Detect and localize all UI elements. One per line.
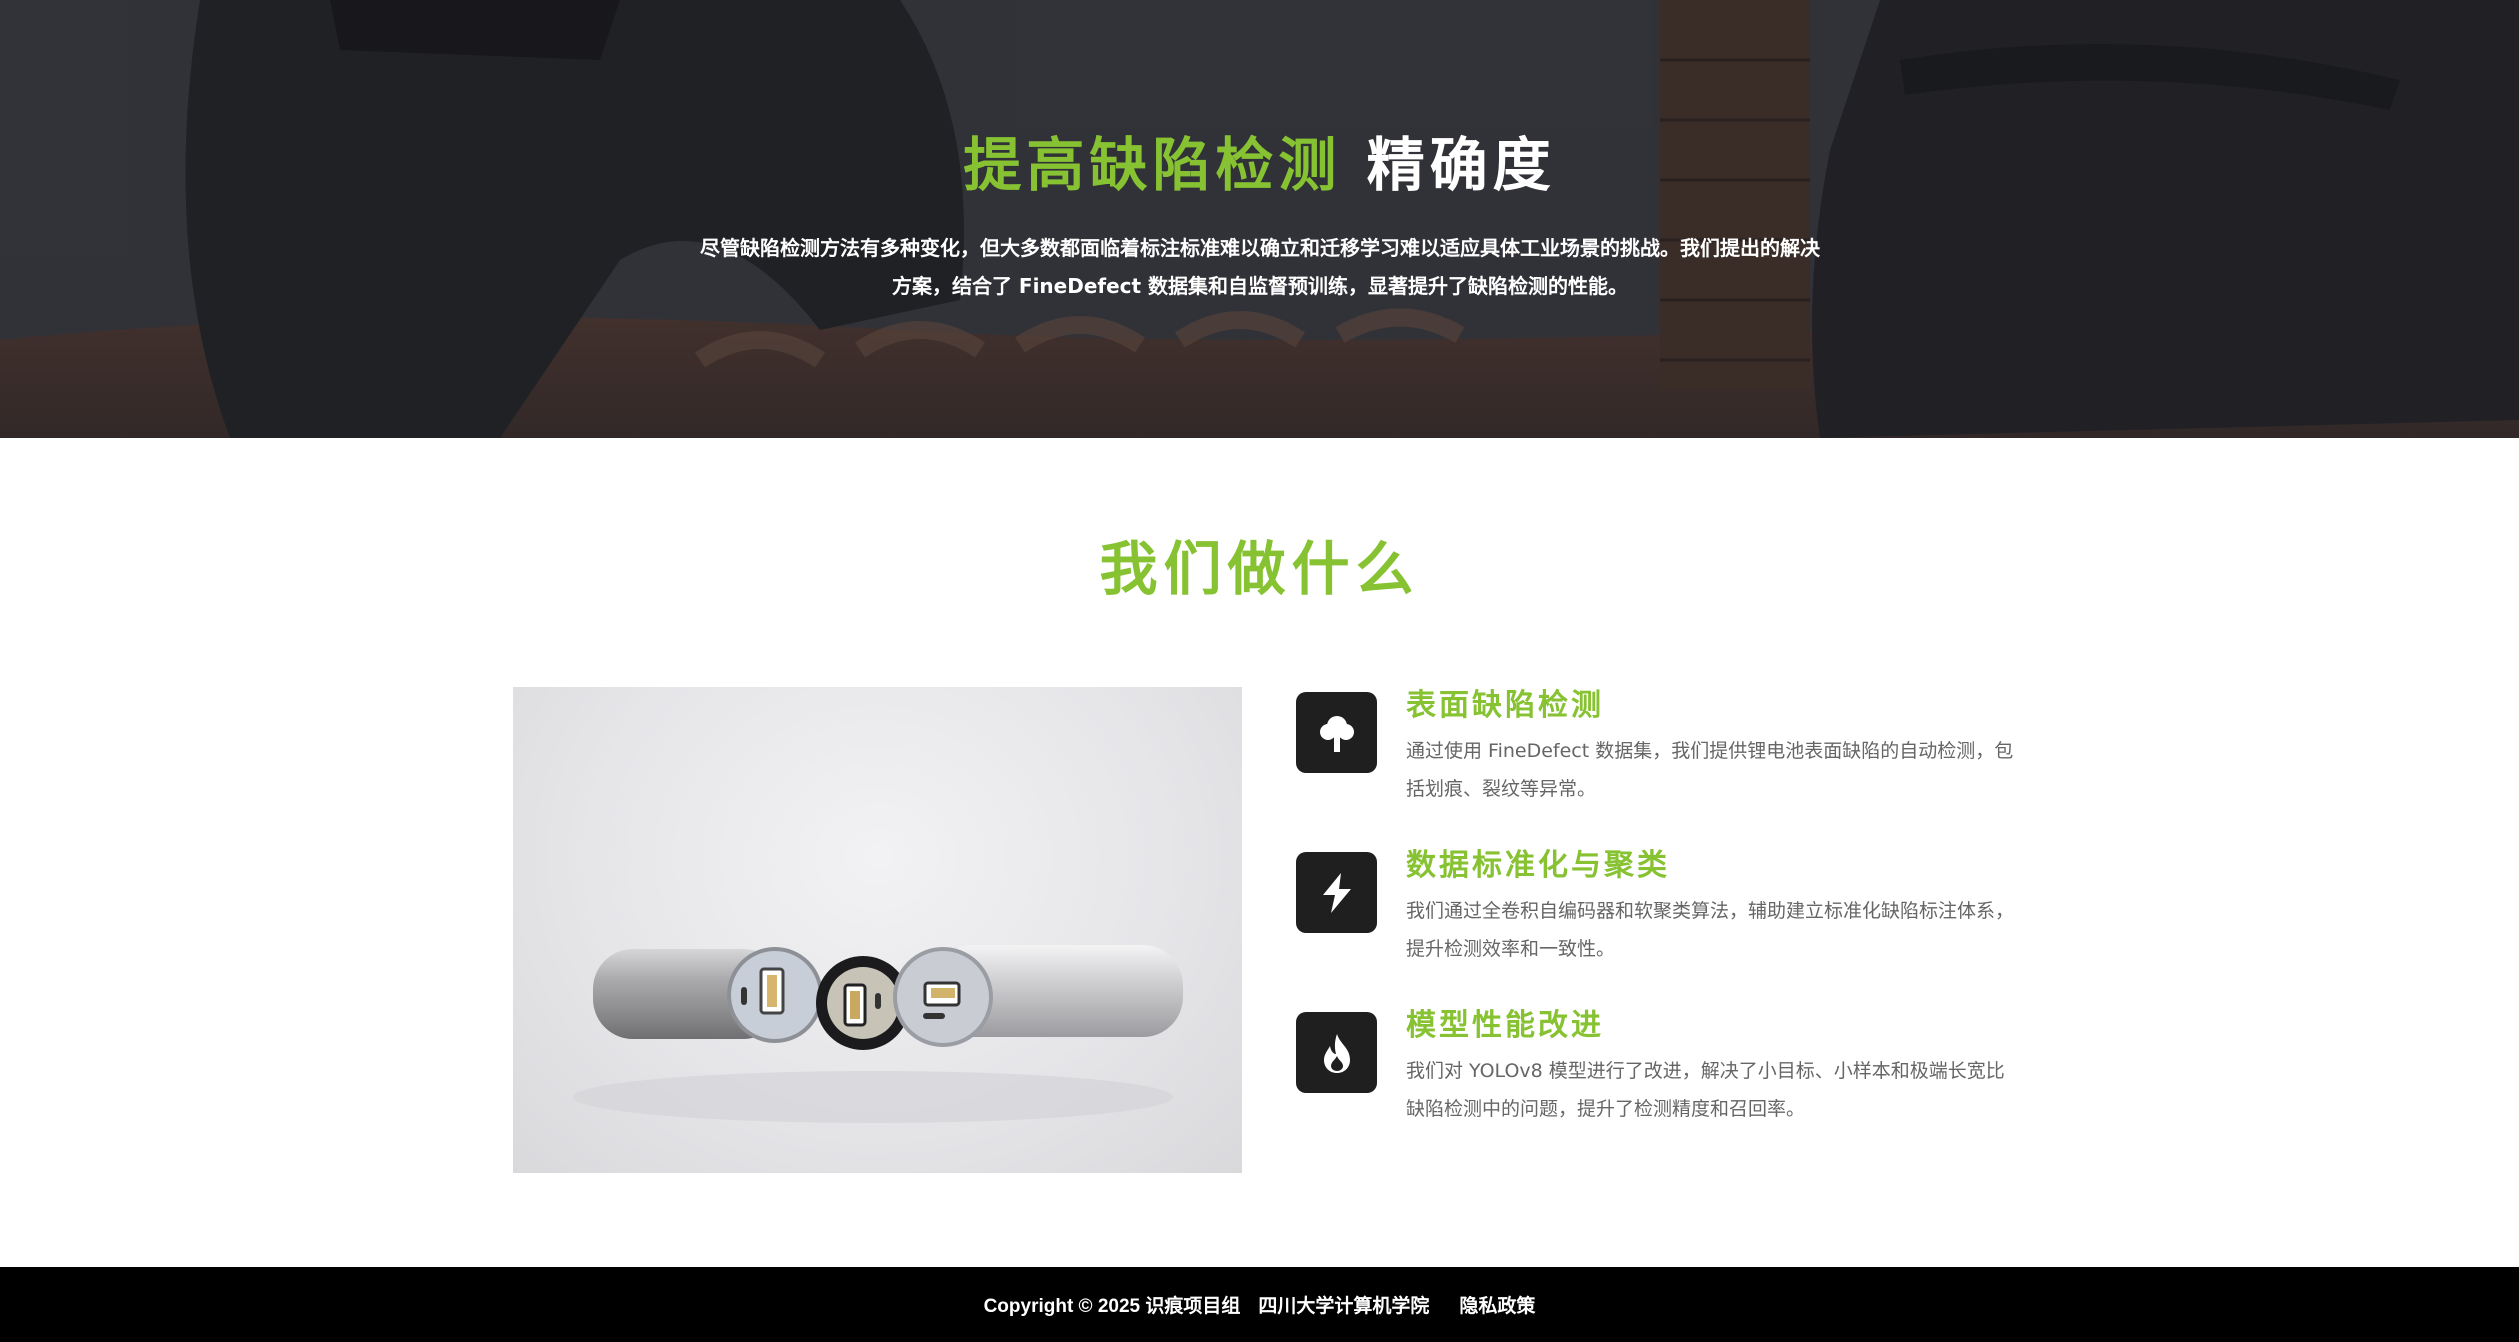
feature-description: 我们对 YOLOv8 模型进行了改进，解决了小目标、小样本和极端长宽比缺陷检测中… bbox=[1406, 1060, 2005, 1120]
feature-title: 表面缺陷检测 bbox=[1406, 688, 1604, 723]
battery-product-image bbox=[513, 687, 1242, 1173]
feature-title: 数据标准化与聚类 bbox=[1406, 848, 1670, 883]
tree-icon bbox=[1296, 692, 1377, 773]
feature-description: 我们通过全卷积自编码器和软聚类算法，辅助建立标准化缺陷标注体系，提升检测效率和一… bbox=[1406, 900, 2015, 960]
hero-title: 提高缺陷检测 精确度 bbox=[0, 118, 2519, 202]
feature-data-standardization: 数据标准化与聚类 我们通过全卷积自编码器和软聚类算法，辅助建立标准化缺陷标注体系… bbox=[1296, 840, 2016, 970]
hero-dark-overlay bbox=[0, 0, 2519, 438]
feature-surface-defect: 表面缺陷检测 通过使用 FineDefect 数据集，我们提供锂电池表面缺陷的自… bbox=[1296, 680, 2016, 810]
hero-title-highlight: 提高缺陷检测 bbox=[963, 131, 1342, 199]
privacy-policy-link[interactable]: 隐私政策 bbox=[1459, 1291, 1535, 1318]
footer-copyright: Copyright © 2025 识痕项目组 bbox=[983, 1296, 1241, 1317]
footer-organization: 四川大学计算机学院 bbox=[1258, 1296, 1430, 1317]
section-title: 我们做什么 bbox=[1099, 535, 1420, 603]
hero-banner: 提高缺陷检测 精确度 尽管缺陷检测方法有多种变化，但大多数都面临着标注标准难以确… bbox=[0, 0, 2519, 438]
footer: Copyright © 2025 识痕项目组 四川大学计算机学院 隐私政策 bbox=[0, 1267, 2519, 1342]
feature-title: 模型性能改进 bbox=[1406, 1008, 1604, 1043]
fire-icon bbox=[1296, 1012, 1377, 1093]
hero-description: 尽管缺陷检测方法有多种变化，但大多数都面临着标注标准难以确立和迁移学习难以适应具… bbox=[700, 236, 1820, 298]
hero-title-rest: 精确度 bbox=[1366, 131, 1556, 199]
feature-model-improvement: 模型性能改进 我们对 YOLOv8 模型进行了改进，解决了小目标、小样本和极端长… bbox=[1296, 1000, 2016, 1130]
bolt-icon bbox=[1296, 852, 1377, 933]
feature-description: 通过使用 FineDefect 数据集，我们提供锂电池表面缺陷的自动检测，包括划… bbox=[1406, 740, 2014, 800]
